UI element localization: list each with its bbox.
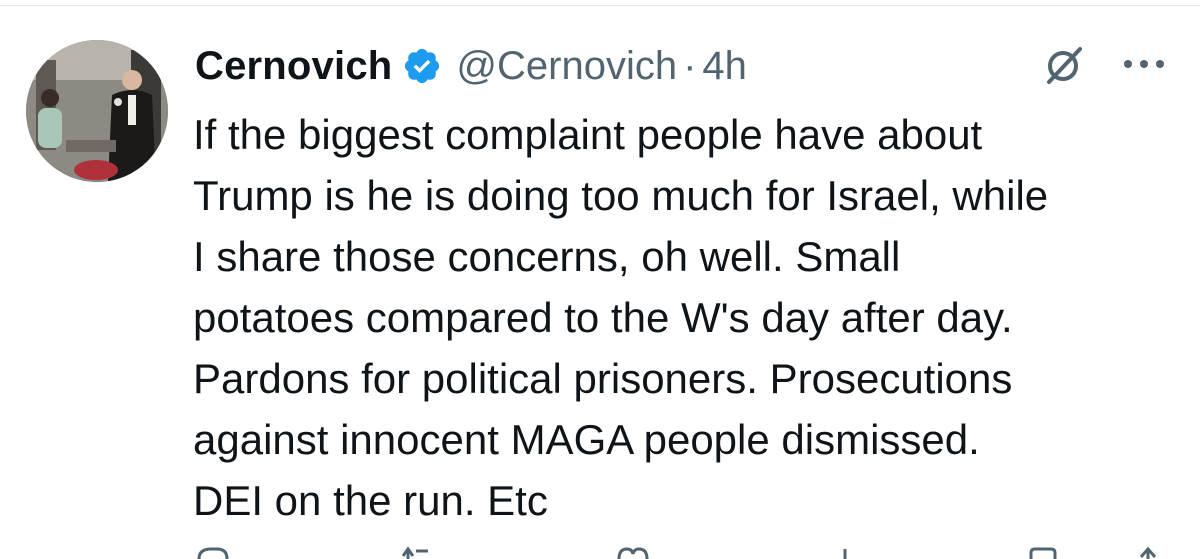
grok-icon[interactable] [1043,44,1085,86]
tweet-line: If the biggest complaint people have abo… [193,111,983,158]
tweet-line: potatoes compared to the W's day after d… [193,294,1013,341]
action-bar [195,545,1175,559]
like-icon[interactable] [615,545,651,559]
separator-dot: · [683,43,697,88]
tweet-line: against innocent MAGA people dismissed. [193,416,980,463]
bookmark-icon[interactable] [1025,545,1061,559]
share-icon[interactable] [1130,545,1166,559]
more-options-icon[interactable] [1120,52,1168,76]
display-name[interactable]: Cernovich [195,44,392,89]
retweet-icon[interactable] [400,545,436,559]
tweet-line: DEI on the run. Etc [193,477,548,524]
timestamp[interactable]: 4h [702,44,747,89]
verified-badge-icon [405,48,440,84]
reply-icon[interactable] [195,545,231,559]
handle[interactable]: @Cernovich [456,44,677,89]
tweet-line: I share those concerns, oh well. Small [193,233,901,280]
views-icon[interactable] [827,545,863,559]
avatar[interactable] [26,40,168,182]
avatar-photo [26,40,168,182]
tweet-header: Cernovich @Cernovich · 4h [195,40,747,92]
tweet: Cernovich @Cernovich · 4h If the biggest… [0,0,1200,559]
tweet-line: Trump is he is doing too much for Israel… [193,172,1049,219]
tweet-text: If the biggest complaint people have abo… [193,104,1183,531]
tweet-line: Pardons for political prisoners. Prosecu… [193,355,1013,402]
divider [0,5,1200,6]
